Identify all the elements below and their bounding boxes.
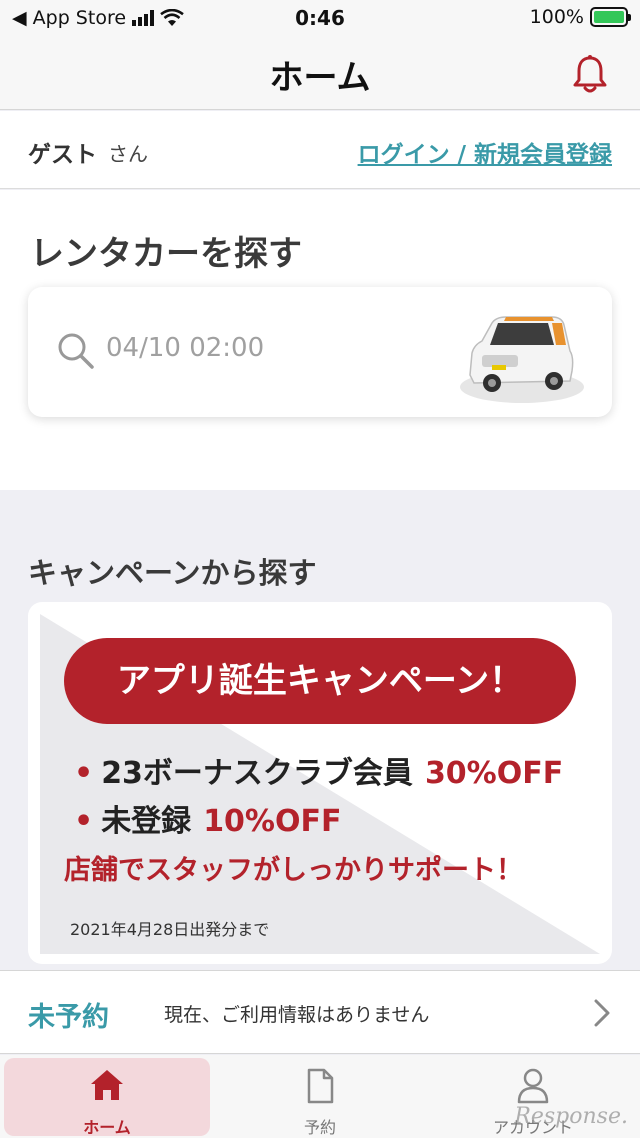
campaign-section-title: キャンペーンから探す <box>28 556 317 590</box>
battery-percent: 100% <box>529 6 584 28</box>
guest-suffix: さん <box>108 142 148 166</box>
chevron-right-icon[interactable] <box>592 997 612 1029</box>
reservation-status-bar[interactable]: 未予約 現在、ご利用情報はありません <box>0 970 640 1054</box>
campaign-section: キャンペーンから探す アプリ誕生キャンペーン！ • 23ボーナスクラブ会員 30%O… <box>0 490 640 970</box>
campaign-headline: アプリ誕生キャンペーン！ <box>64 638 576 724</box>
rental-search-title: レンタカーを探す <box>30 234 302 274</box>
document-icon <box>307 1068 334 1104</box>
rental-search-section: レンタカーを探す 04/10 02:00 <box>0 190 640 490</box>
battery-status: 100% <box>529 6 631 28</box>
campaign-deadline: 2021年4月28日出発分まで <box>70 920 270 939</box>
tab-reservation[interactable]: 予約 <box>217 1058 423 1137</box>
car-image <box>460 316 584 403</box>
navigation-bar: ホーム <box>0 36 640 110</box>
campaign-support-text: 店舗でスタッフがしっかりサポート！ <box>64 855 523 886</box>
home-icon <box>91 1070 123 1100</box>
search-icon <box>58 333 94 369</box>
campaign-bullet-unregistered: • 未登録 10%OFF <box>74 796 341 840</box>
bullet-member-discount: 30%OFF <box>424 756 564 791</box>
bullet-dot: • <box>74 804 94 839</box>
guest-row: ゲスト さん ログイン / 新規会員登録 <box>0 111 640 189</box>
campaign-bullet-member: • 23ボーナスクラブ会員 30%OFF <box>74 748 563 792</box>
bell-icon[interactable] <box>572 54 608 94</box>
bullet-unregistered-discount: 10%OFF <box>203 804 342 839</box>
watermark-logo: Response. <box>514 1104 628 1129</box>
tab-reservation-label: 予約 <box>303 1118 336 1137</box>
reservation-message: 現在、ご利用情報はありません <box>164 1004 430 1026</box>
battery-icon <box>590 7 631 27</box>
campaign-banner[interactable]: アプリ誕生キャンペーン！ • 23ボーナスクラブ会員 30%OFF • 未登録 10%O… <box>28 602 612 964</box>
bullet-unregistered-text: 未登録 <box>101 804 192 839</box>
tab-home[interactable]: ホーム <box>4 1058 210 1137</box>
login-register-link[interactable]: ログイン / 新規会員登録 <box>358 135 612 169</box>
user-icon <box>517 1068 549 1104</box>
rental-search-card[interactable]: 04/10 02:00 <box>28 287 612 417</box>
bullet-dot: • <box>74 756 94 791</box>
tab-home-label: ホーム <box>83 1118 131 1137</box>
bullet-member-text: 23ボーナスクラブ会員 <box>101 756 413 791</box>
search-date[interactable]: 04/10 02:00 <box>106 333 264 363</box>
status-bar: ◀ App Store 0:46 100% <box>0 0 640 36</box>
campaign-banner-image: アプリ誕生キャンペーン！ • 23ボーナスクラブ会員 30%OFF • 未登録 10%O… <box>40 614 600 954</box>
reservation-status: 未予約 <box>28 1002 109 1033</box>
guest-name: ゲスト <box>28 142 97 168</box>
page-title: ホーム <box>269 58 371 98</box>
